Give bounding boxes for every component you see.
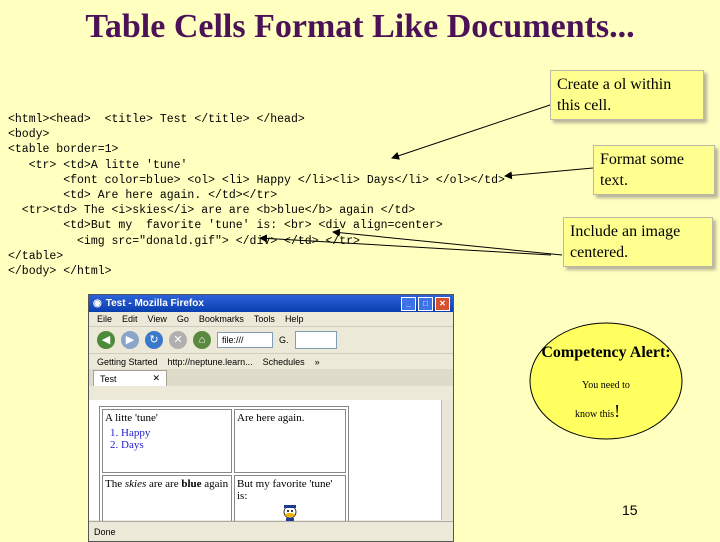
arrow-bottom [259, 234, 552, 256]
go-label[interactable]: G. [279, 335, 289, 345]
browser-titlebar: ◉ Test - Mozilla Firefox _ □ ✕ [89, 295, 453, 312]
menu-bar: Eile Edit View Go Bookmarks Tools Help [89, 312, 453, 326]
bookmark-neptune[interactable]: http://neptune.learn... [168, 357, 253, 367]
bookmarks-more-icon[interactable]: » [315, 357, 320, 367]
forward-icon[interactable]: ▶ [121, 331, 139, 349]
arrow-ol [391, 103, 554, 160]
window-title: Test - Mozilla Firefox [105, 298, 204, 309]
menu-file[interactable]: Eile [97, 314, 112, 324]
back-icon[interactable]: ◀ [97, 331, 115, 349]
table-cell: A litte 'tune' Happy Days [102, 409, 232, 473]
status-bar: Done [89, 521, 453, 541]
callout-ol: Create a ol within this cell. [550, 70, 704, 120]
table-cell: Are here again. [234, 409, 346, 473]
demo-table: A litte 'tune' Happy Days Are here again… [99, 406, 349, 530]
close-icon[interactable]: ✕ [435, 296, 450, 311]
arrow-format [504, 167, 594, 180]
nav-toolbar: ◀ ▶ ↻ ✕ ⌂ file:/// G. [89, 326, 453, 353]
tab-strip: Test ✕ [89, 369, 453, 386]
bookmarks-toolbar: Getting Started http://neptune.learn... … [89, 353, 453, 369]
menu-bookmarks[interactable]: Bookmarks [199, 314, 244, 324]
menu-tools[interactable]: Tools [254, 314, 275, 324]
alert-line2: know this! [575, 401, 620, 422]
tab-label: Test [100, 373, 117, 384]
tab-close-icon[interactable]: ✕ [152, 373, 160, 384]
callout-format: Format some text. [593, 145, 715, 195]
cell-text: The [105, 478, 123, 490]
competency-alert: Competency Alert: You need to know this! [531, 323, 720, 445]
table-row: A litte 'tune' Happy Days Are here again… [102, 409, 346, 473]
table-cell: But my favorite 'tune' is: [234, 475, 346, 527]
menu-view[interactable]: View [148, 314, 167, 324]
vertical-scrollbar[interactable] [441, 400, 453, 520]
home-icon[interactable]: ⌂ [193, 331, 211, 349]
search-input[interactable] [294, 331, 337, 349]
table-row: The skies are are blue again But my favo… [102, 475, 346, 527]
table-cell: The skies are are blue again [102, 475, 232, 527]
menu-go[interactable]: Go [177, 314, 189, 324]
ordered-list: Happy Days [105, 427, 229, 451]
page-number: 15 [622, 502, 638, 518]
firefox-icon: ◉ [93, 298, 102, 309]
stop-icon[interactable]: ✕ [169, 331, 187, 349]
arrow-image [332, 228, 563, 256]
list-item: Happy [121, 427, 229, 439]
bookmark-getting-started[interactable]: Getting Started [97, 357, 158, 367]
browser-window: ◉ Test - Mozilla Firefox _ □ ✕ Eile Edit… [88, 294, 454, 542]
callout-image: Include an image centered. [563, 217, 713, 267]
url-text: file:/// [222, 335, 244, 345]
cell-text: But my favorite 'tune' is: [237, 478, 333, 502]
italic-text: skies [124, 478, 147, 490]
alert-line2-text: know this [575, 409, 615, 420]
cell-text: A litte 'tune' [105, 412, 158, 424]
alert-bang: ! [614, 401, 621, 421]
url-input[interactable]: file:/// [217, 332, 273, 348]
reload-icon[interactable]: ↻ [145, 331, 163, 349]
maximize-icon[interactable]: □ [418, 296, 433, 311]
cell-text: again [204, 478, 229, 490]
bookmark-schedules[interactable]: Schedules [263, 357, 305, 367]
menu-edit[interactable]: Edit [122, 314, 138, 324]
menu-help[interactable]: Help [285, 314, 304, 324]
page-content: A litte 'tune' Happy Days Are here again… [89, 400, 441, 530]
minimize-icon[interactable]: _ [401, 296, 416, 311]
alert-title: Competency Alert: [541, 344, 671, 361]
list-item: Days [121, 439, 229, 451]
bold-text: blue [181, 478, 202, 490]
cell-text: are are [149, 478, 179, 490]
alert-line1: You need to [582, 380, 630, 391]
tab-test[interactable]: Test ✕ [93, 370, 167, 386]
